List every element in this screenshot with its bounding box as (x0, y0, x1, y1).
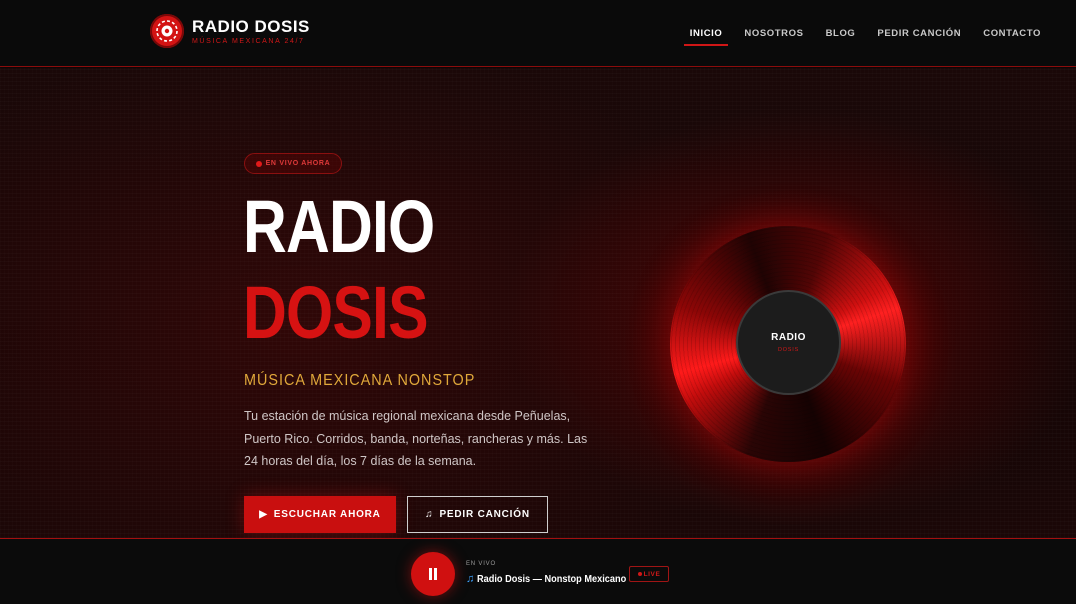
player-status-label: EN VIVO (466, 561, 496, 567)
request-song-button[interactable]: ♫ PEDIR CANCIÓN (407, 496, 548, 533)
site-header: RADIO DOSIS MÚSICA MEXICANA 24/7 INICIO … (0, 0, 1076, 67)
music-note-icon: ♫ (466, 573, 475, 585)
hero-description: Tu estación de música regional mexicana … (244, 409, 588, 468)
hero-title-line1: RADIO (243, 185, 435, 268)
live-dot-icon (255, 160, 262, 167)
nav-item-inicio[interactable]: INICIO (683, 28, 728, 46)
nav-item-blog[interactable]: BLOG (826, 28, 856, 39)
listen-now-button[interactable]: ▶ ESCUCHAR AHORA (244, 496, 396, 533)
vinyl-label-title: RADIO (771, 332, 806, 343)
live-dot-icon (637, 572, 642, 576)
pause-button[interactable] (411, 552, 455, 596)
play-icon: ▶ (259, 509, 268, 520)
nav-item-contacto[interactable]: CONTACTO (983, 28, 1041, 39)
pause-icon (428, 568, 438, 580)
live-badge-label: LIVE (643, 570, 661, 578)
radio-player-bar: EN VIVO ♫ Radio Dosis — Nonstop Mexicano… (0, 538, 1076, 604)
hero-title-line2: DOSIS (243, 271, 429, 354)
live-badge: LIVE (629, 566, 669, 582)
brand-logo[interactable]: RADIO DOSIS MÚSICA MEXICANA 24/7 (150, 14, 310, 48)
live-now-label: EN VIVO AHORA (265, 160, 331, 167)
nav-item-pedir-cancion[interactable]: PEDIR CANCIÓN (877, 28, 961, 39)
listen-now-label: ESCUCHAR AHORA (273, 509, 381, 520)
music-note-icon: ♫ (425, 509, 434, 520)
brand-name: RADIO DOSIS (192, 16, 310, 36)
radio-disc-icon (150, 14, 184, 48)
vinyl-center-label: RADIO DOSIS (736, 290, 841, 395)
request-song-label: PEDIR CANCIÓN (439, 509, 530, 520)
vinyl-label-subtitle: DOSIS (777, 347, 800, 353)
now-playing: ♫ Radio Dosis — Nonstop Mexicano (466, 573, 640, 585)
nav-item-nosotros[interactable]: NOSOTROS (744, 28, 803, 39)
now-playing-title: Radio Dosis — Nonstop Mexicano (477, 573, 627, 585)
live-now-badge: EN VIVO AHORA (244, 153, 342, 174)
hero-section: EN VIVO AHORA RADIO DOSIS MÚSICA MEXICAN… (0, 68, 1076, 538)
main-nav: INICIO NOSOTROS BLOG PEDIR CANCIÓN CONTA… (683, 28, 1041, 46)
brand-tagline: MÚSICA MEXICANA 24/7 (192, 37, 305, 45)
hero-subtitle: MÚSICA MEXICANA NONSTOP (244, 372, 476, 389)
